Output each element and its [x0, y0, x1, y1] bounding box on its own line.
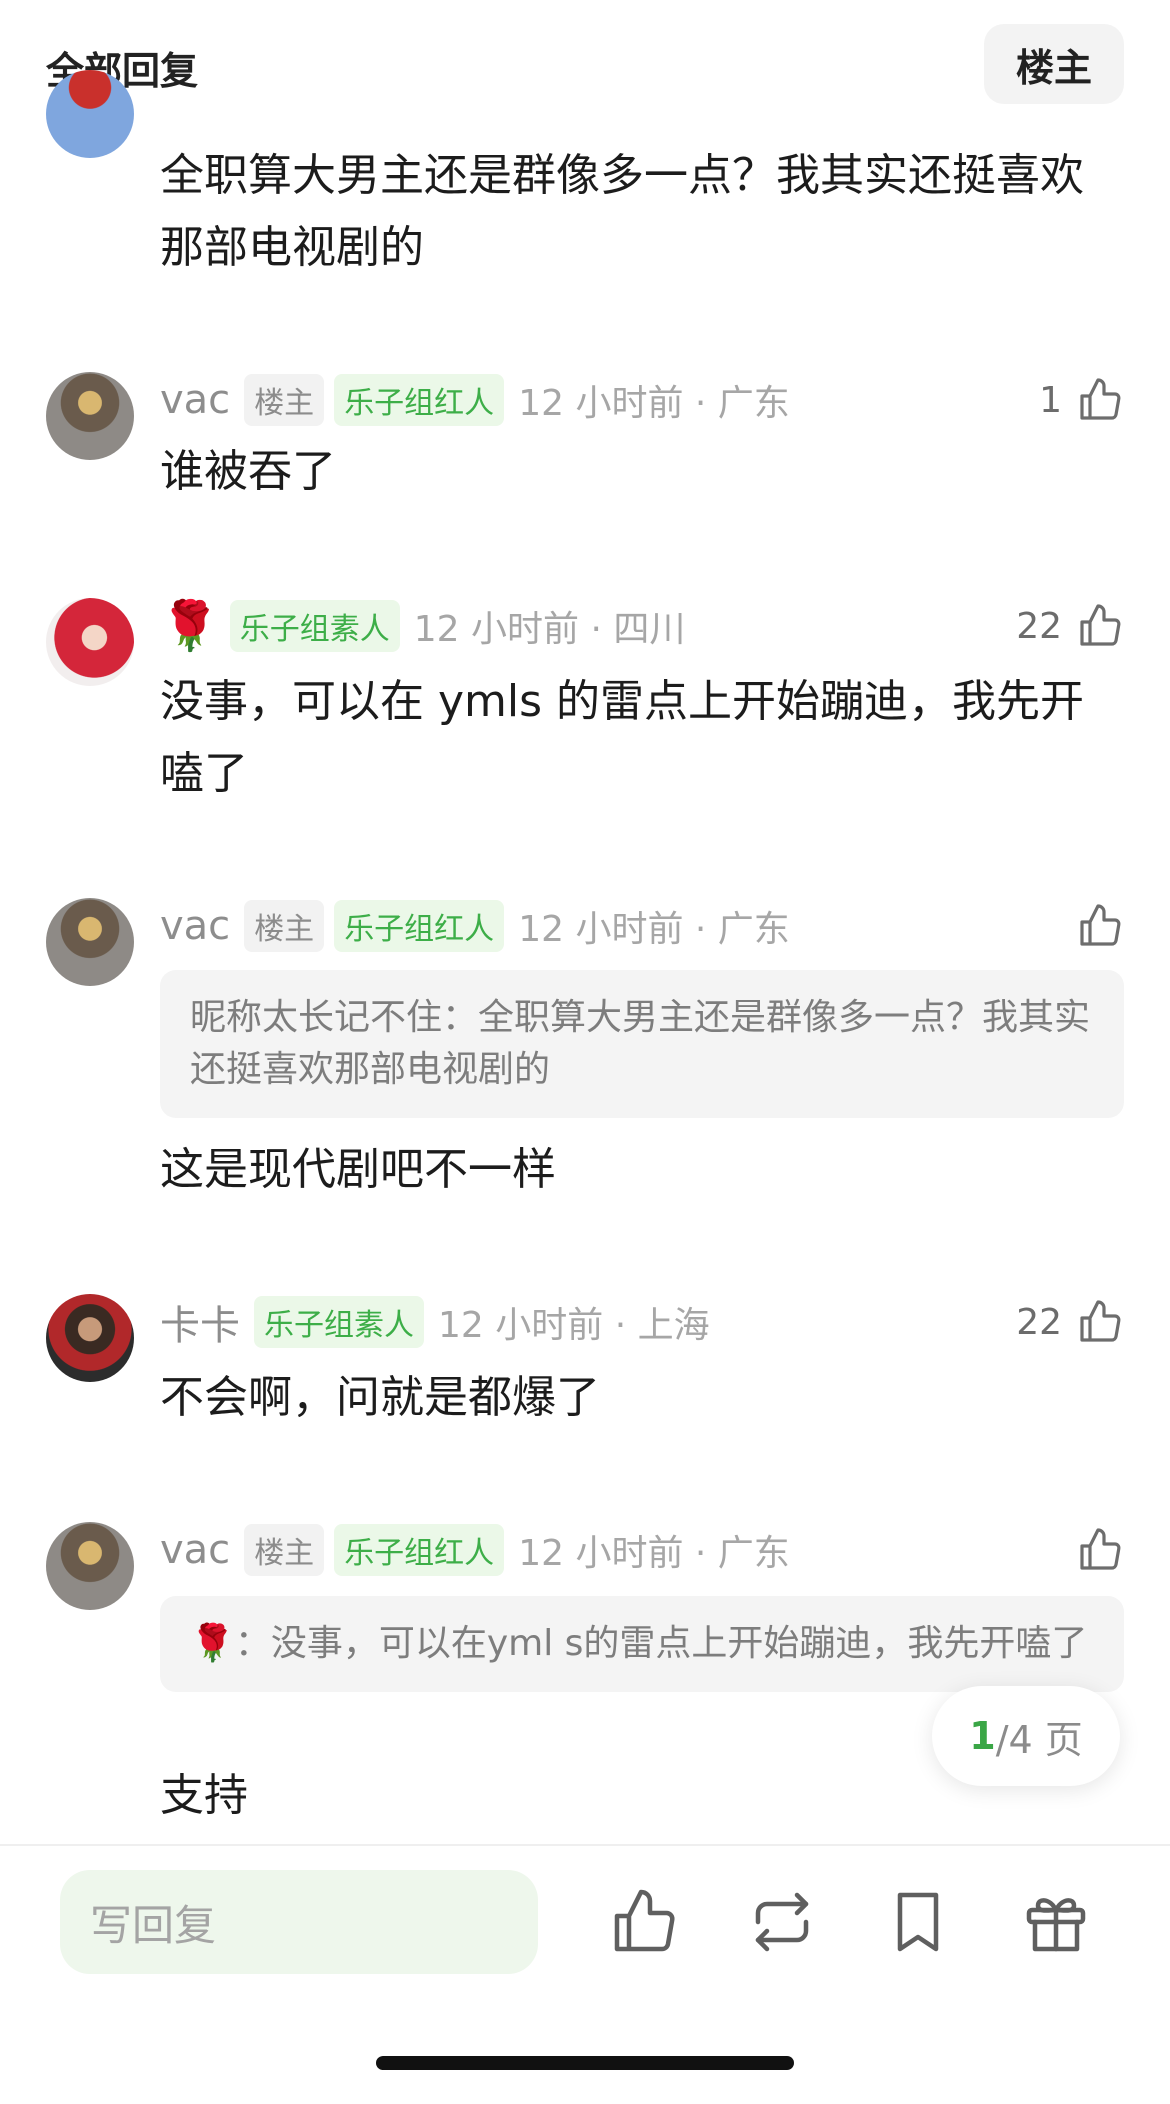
quoted-reply-text: 昵称太长记不住：全职算大男主还是群像多一点？我其实还挺喜欢那部电视剧的 [190, 997, 1091, 1090]
like-control[interactable]: 22 [1016, 596, 1124, 656]
user-badge: 乐子组红人 [334, 900, 505, 952]
owner-tag: 楼主 [244, 900, 325, 952]
user-badge: 乐子组红人 [334, 374, 505, 426]
thumbs-up-icon[interactable] [1076, 1526, 1124, 1574]
user-badge: 乐子组红人 [334, 1524, 505, 1576]
comment-content: 没事，可以在 ymls 的雷点上开始蹦迪，我先开嗑了 [160, 676, 1085, 799]
owner-tag: 楼主 [244, 374, 325, 426]
like-count: 22 [1016, 605, 1062, 647]
comment-time-location: 12 小时前 · 广东 [518, 909, 790, 950]
comment-content: 这是现代剧吧不一样 [160, 1144, 556, 1195]
avatar[interactable] [46, 598, 134, 686]
gift-icon[interactable] [1020, 1886, 1092, 1958]
total-pages: /4 页 [995, 1717, 1083, 1762]
username[interactable]: 卡卡 [160, 1293, 240, 1351]
username[interactable]: vac [160, 903, 230, 949]
quoted-reply[interactable]: 昵称太长记不住：全职算大男主还是群像多一点？我其实还挺喜欢那部电视剧的 [160, 970, 1124, 1118]
like-control[interactable] [1076, 1520, 1124, 1580]
like-count: 1 [1039, 379, 1062, 421]
page-indicator[interactable]: 1/4 页 [932, 1686, 1120, 1786]
owner-tag: 楼主 [244, 1524, 325, 1576]
username[interactable]: vac [160, 1527, 230, 1573]
like-icon[interactable] [608, 1886, 680, 1958]
like-control[interactable] [1076, 896, 1124, 956]
bottom-bar-divider [0, 1844, 1170, 1846]
user-badge: 乐子组素人 [229, 600, 400, 652]
thumbs-up-icon[interactable] [1076, 376, 1124, 424]
comment-meta-row: vac 楼主 乐子组红人 12 小时前 · 广东 [160, 370, 790, 430]
quoted-reply-text: ：没事，可以在yml s的雷点上开始蹦迪，我先开嗑了 [234, 1623, 1088, 1664]
comment-content: 全职算大男主还是群像多一点？我其实还挺喜欢那部电视剧的 [160, 150, 1084, 273]
current-page: 1 [969, 1714, 996, 1758]
home-indicator [376, 2056, 794, 2070]
reply-input[interactable]: 写回复 [60, 1870, 538, 1974]
comment-time-location: 12 小时前 · 广东 [518, 1533, 790, 1574]
username[interactable]: vac [160, 377, 230, 423]
avatar[interactable] [46, 1522, 134, 1610]
comment-meta-row: vac 楼主 乐子组红人 12 小时前 · 广东 [160, 1520, 790, 1580]
avatar[interactable] [46, 898, 134, 986]
avatar[interactable] [46, 70, 134, 158]
thumbs-up-icon[interactable] [1076, 1298, 1124, 1346]
comment-content: 不会啊，问就是都爆了 [160, 1372, 600, 1423]
repost-icon[interactable] [746, 1886, 818, 1958]
like-control[interactable]: 1 [1039, 370, 1124, 430]
comment-time-location: 12 小时前 · 上海 [438, 1305, 710, 1346]
reply-page: 全部回复 楼主 全职算大男主还是群像多一点？我其实还挺喜欢那部电视剧的 vac … [0, 0, 1170, 2104]
user-badge: 乐子组素人 [254, 1296, 424, 1348]
rose-username-icon[interactable]: 🌹 [160, 602, 220, 650]
comment-meta-row: vac 楼主 乐子组红人 12 小时前 · 广东 [160, 896, 790, 956]
comment-meta-row: 🌹 乐子组素人 12 小时前 · 四川 [160, 596, 685, 656]
like-control[interactable]: 22 [1016, 1292, 1124, 1352]
comment-meta-row: 卡卡 乐子组素人 12 小时前 · 上海 [160, 1292, 710, 1352]
avatar[interactable] [46, 1294, 134, 1382]
comment-content: 谁被吞了 [160, 446, 336, 497]
like-count: 22 [1016, 1301, 1062, 1343]
thumbs-up-icon[interactable] [1076, 902, 1124, 950]
avatar[interactable] [46, 372, 134, 460]
comment-time-location: 12 小时前 · 广东 [518, 383, 790, 424]
thumbs-up-icon[interactable] [1076, 602, 1124, 650]
bookmark-icon[interactable] [882, 1886, 954, 1958]
owner-only-filter-button[interactable]: 楼主 [984, 24, 1124, 104]
quoted-reply[interactable]: 🌹：没事，可以在yml s的雷点上开始蹦迪，我先开嗑了 [160, 1596, 1124, 1692]
comment-time-location: 12 小时前 · 四川 [413, 609, 686, 650]
rose-icon: 🌹 [190, 1623, 235, 1664]
